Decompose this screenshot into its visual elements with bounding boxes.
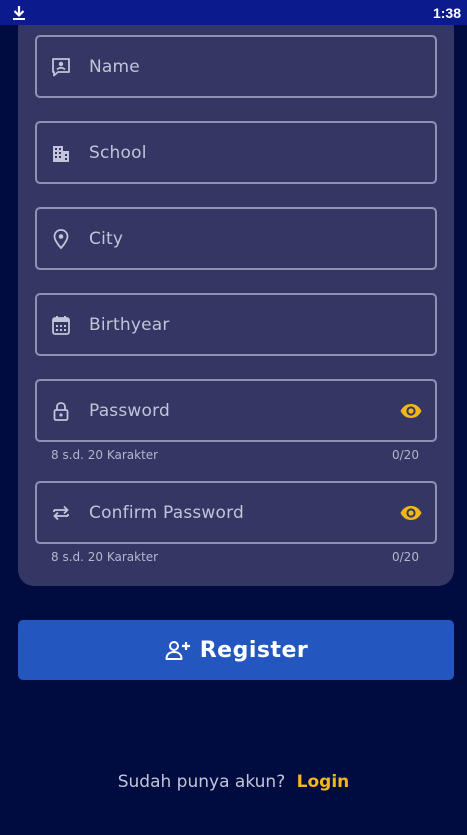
register-button-label: Register bbox=[199, 637, 309, 663]
login-link[interactable]: Login bbox=[297, 772, 350, 792]
status-bar: 1:38 bbox=[0, 0, 467, 25]
swap-icon bbox=[53, 505, 69, 521]
school-field[interactable]: School bbox=[35, 121, 437, 184]
birthyear-field[interactable]: Birthyear bbox=[35, 293, 437, 356]
confirm-password-field[interactable]: Confirm Password bbox=[35, 481, 437, 544]
location-pin-icon bbox=[53, 229, 69, 250]
password-label: Password bbox=[89, 401, 171, 421]
city-field[interactable]: City bbox=[35, 207, 437, 270]
birthyear-label: Birthyear bbox=[89, 315, 170, 335]
school-label: School bbox=[89, 143, 147, 163]
name-label: Name bbox=[89, 57, 140, 77]
contact-card-icon bbox=[52, 58, 70, 77]
confirm-password-label: Confirm Password bbox=[89, 503, 245, 523]
password-field[interactable]: Password bbox=[35, 379, 437, 442]
add-user-icon bbox=[165, 641, 190, 660]
password-helper-text: 8 s.d. 20 Karakter bbox=[51, 448, 159, 462]
eye-icon[interactable] bbox=[399, 503, 423, 523]
lock-icon bbox=[53, 402, 69, 421]
city-label: City bbox=[89, 229, 124, 249]
password-char-counter: 0/20 bbox=[392, 448, 419, 462]
download-icon bbox=[13, 6, 25, 20]
confirm-password-char-counter: 0/20 bbox=[392, 550, 419, 564]
building-icon bbox=[53, 146, 69, 162]
register-button[interactable]: Register bbox=[18, 620, 454, 680]
eye-icon[interactable] bbox=[399, 401, 423, 421]
status-time: 1:38 bbox=[432, 5, 461, 21]
login-prompt: Sudah punya akun? Login bbox=[0, 772, 467, 792]
confirm-password-helper-text: 8 s.d. 20 Karakter bbox=[51, 550, 159, 564]
name-field[interactable]: Name bbox=[35, 35, 437, 98]
calendar-icon bbox=[52, 316, 70, 335]
login-question: Sudah punya akun? bbox=[117, 772, 286, 792]
